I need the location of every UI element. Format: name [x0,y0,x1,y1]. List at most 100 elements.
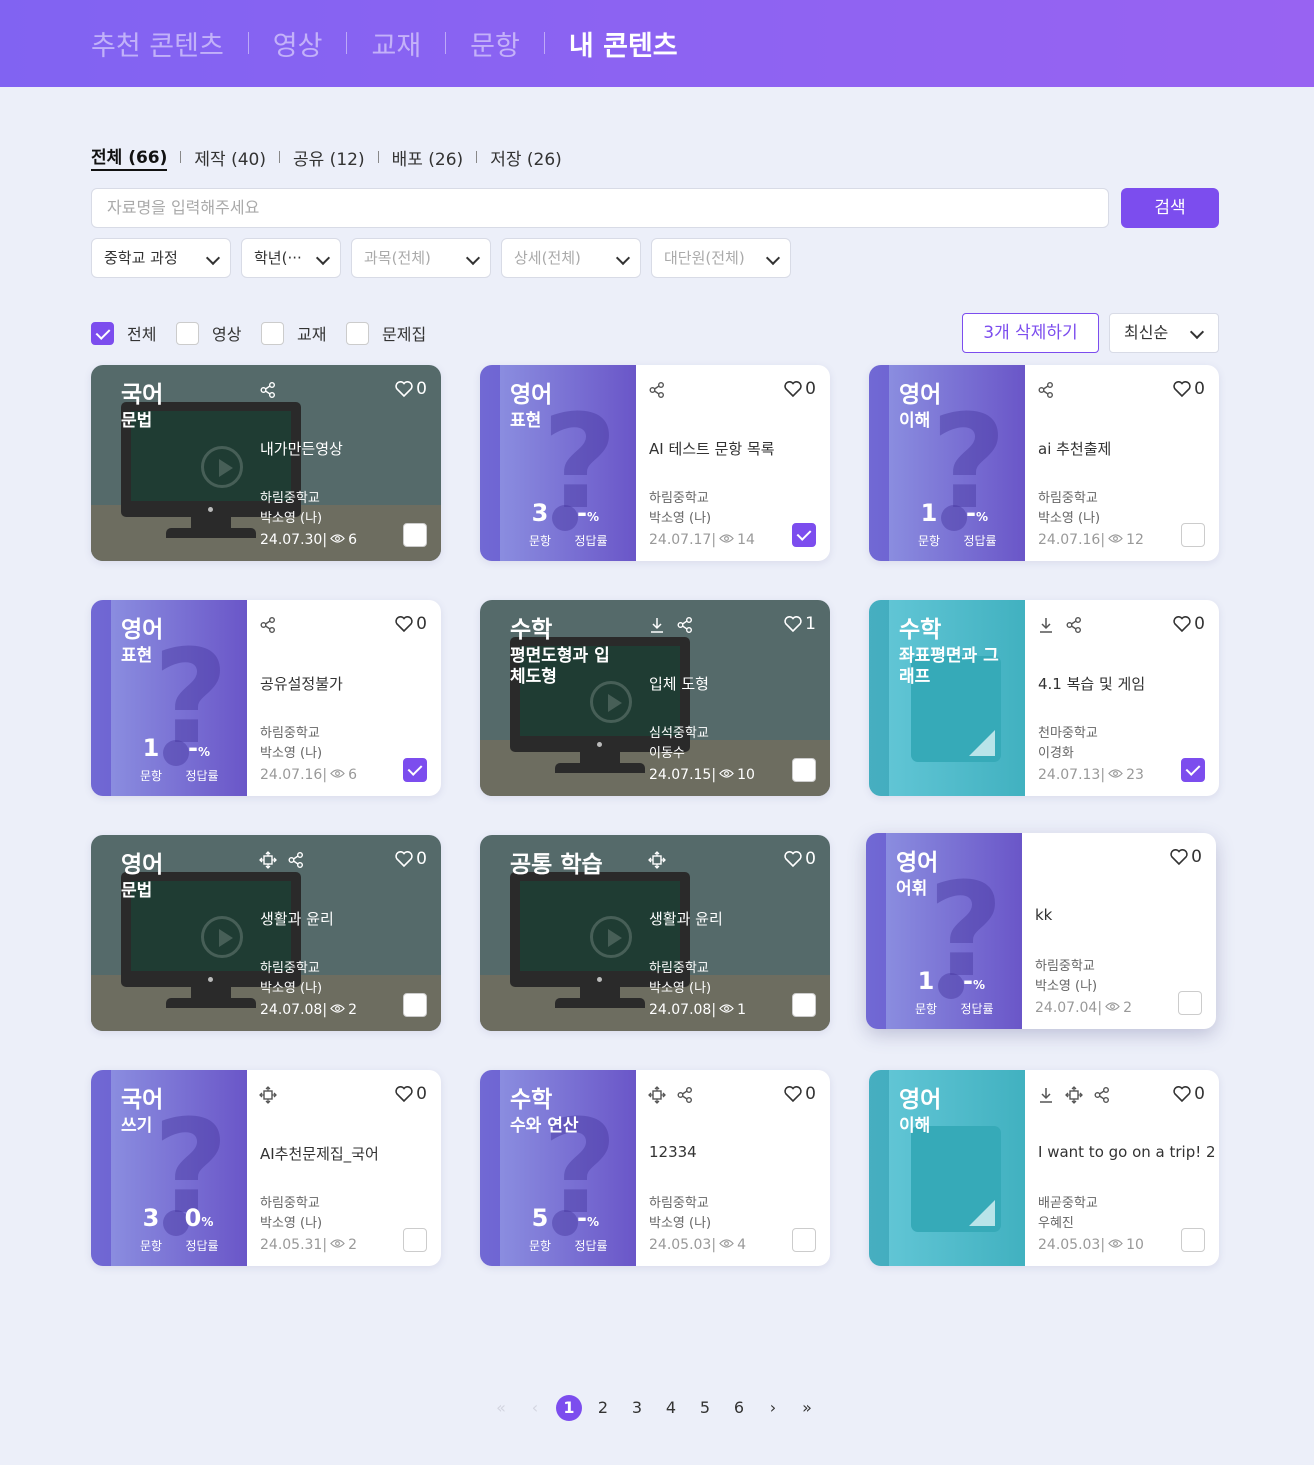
tab[interactable]: 공유 (12) [293,145,365,170]
share-icon[interactable] [1065,616,1083,634]
filter-select[interactable]: 과목(전체) [351,238,491,278]
like-button[interactable]: 0 [783,849,816,869]
like-button[interactable]: 1 [783,614,816,634]
nav-item[interactable]: 영상 [273,24,323,63]
nav-item[interactable]: 문항 [470,24,520,63]
like-button[interactable]: 0 [394,379,427,399]
checkbox[interactable] [91,321,114,345]
tab[interactable]: 저장 (26) [490,145,562,170]
type-filter[interactable]: 영상 [176,321,241,345]
like-button[interactable]: 0 [783,1084,816,1104]
eye-icon [716,767,737,783]
card-checkbox[interactable] [1178,991,1202,1015]
download-icon[interactable] [648,616,666,634]
card-checkbox[interactable] [1181,523,1205,547]
card-checkbox[interactable] [403,523,427,547]
share-icon[interactable] [259,616,277,634]
content-card[interactable]: 영어 문법 0 생활과 윤리 하림중학교 박소영 (나) 24.07.08 | 2 [91,835,441,1031]
like-button[interactable]: 0 [1172,379,1205,399]
card-checkbox[interactable] [403,993,427,1017]
question-cover: ? 1 -% 문항 정답률 [869,365,1025,561]
nav-item[interactable]: 추천 콘텐츠 [91,24,224,63]
page-number[interactable]: 4 [658,1395,684,1421]
delete-selected-button[interactable]: 3개 삭제하기 [962,313,1099,353]
card-checkbox[interactable] [1181,758,1205,782]
nav-item[interactable]: 내 콘텐츠 [569,24,678,63]
share-icon[interactable] [676,616,694,634]
move-icon[interactable] [648,851,666,869]
content-card[interactable]: 수학 평면도형과 입체도형 1 입체 도형 심석중학교 이동수 24.07.15 | 10 [480,600,830,796]
like-button[interactable]: 0 [1169,847,1202,867]
first-page-button[interactable]: « [488,1395,514,1421]
share-icon[interactable] [1037,381,1055,399]
like-button[interactable]: 0 [394,614,427,634]
page-number[interactable]: 2 [590,1395,616,1421]
type-filter[interactable]: 전체 [91,321,156,345]
filter-select[interactable]: 대단원(전체) [651,238,791,278]
checkbox[interactable] [176,321,199,345]
cover-spine [480,1070,500,1266]
next-page-button[interactable]: › [760,1395,786,1421]
type-filter[interactable]: 교재 [261,321,326,345]
sort-select[interactable]: 최신순 [1109,313,1219,353]
content-card[interactable]: ? 1 -% 문항 정답률 영어 어휘 0 kk 하림중학교 박소영 (나) 24.07.04 | 2 [866,833,1216,1029]
tab[interactable]: 배포 (26) [392,145,464,170]
share-icon[interactable] [676,1086,694,1104]
type-filter[interactable]: 문제집 [346,321,426,345]
content-card[interactable]: ? 1 -% 문항 정답률 영어 이해 0 ai 추천출제 하림중학교 박소영 (나) 24.07.1… [869,365,1219,561]
page-number[interactable]: 3 [624,1395,650,1421]
move-icon[interactable] [648,1086,666,1104]
card-checkbox[interactable] [1181,1228,1205,1252]
content-card[interactable]: 수학 좌표평면과 그래프 0 4.1 복습 및 게임 천마중학교 이경화 24.07.13 … [869,600,1219,796]
content-card[interactable]: ? 5 -% 문항 정답률 수학 수와 연산 0 12334 하림중학교 박소영 (나) 24.05.… [480,1070,830,1266]
card-checkbox[interactable] [792,993,816,1017]
move-icon[interactable] [259,851,277,869]
share-icon[interactable] [1093,1086,1111,1104]
filter-select[interactable]: 학년(··· [241,238,341,278]
content-card[interactable]: 영어 이해 0 I want to go on a trip! 2 배곧중학교 우혜진 24… [869,1070,1219,1266]
checkbox[interactable] [346,321,369,345]
tab[interactable]: 전체 (66) [91,143,168,171]
content-card[interactable]: ? 3 0% 문항 정답률 국어 쓰기 0 AI추천문제집_국어 하림중학교 박소영 (나) 24.0… [91,1070,441,1266]
view-count: 12 [1126,532,1144,548]
checkbox[interactable] [261,321,284,345]
like-button[interactable]: 0 [394,849,427,869]
eye-icon [716,532,737,548]
share-icon[interactable] [648,381,666,399]
content-card[interactable]: 공통 학습 0 생활과 윤리 하림중학교 박소영 (나) 24.07.08 | 1 [480,835,830,1031]
content-card[interactable]: ? 1 -% 문항 정답률 영어 표현 0 공유설정불가 하림중학교 박소영 (나) 24.07.16… [91,600,441,796]
card-author: 이경화 [1038,746,1074,761]
search-input[interactable]: 자료명을 입력해주세요 [91,188,1109,228]
page-number[interactable]: 6 [726,1395,752,1421]
filter-select[interactable]: 상세(전체) [501,238,641,278]
move-icon[interactable] [1065,1086,1083,1104]
like-count: 0 [1194,1084,1205,1104]
like-button[interactable]: 0 [1172,614,1205,634]
content-card[interactable]: ? 3 -% 문항 정답률 영어 표현 0 AI 테스트 문항 목록 하림중학교 박소영 (나) 24… [480,365,830,561]
nav-item[interactable]: 교재 [371,24,421,63]
card-author: 박소영 (나) [260,746,323,761]
card-checkbox[interactable] [792,1228,816,1252]
search-button[interactable]: 검색 [1121,188,1219,228]
last-page-button[interactable]: » [794,1395,820,1421]
card-checkbox[interactable] [403,1228,427,1252]
prev-page-button[interactable]: ‹ [522,1395,548,1421]
tab[interactable]: 제작 (40) [194,145,266,170]
card-checkbox[interactable] [792,523,816,547]
page-number[interactable]: 1 [556,1395,582,1421]
share-icon[interactable] [259,381,277,399]
card-title: AI 테스트 문항 목록 [649,440,775,458]
share-icon[interactable] [287,851,305,869]
card-checkbox[interactable] [792,758,816,782]
download-icon[interactable] [1037,616,1055,634]
filter-select[interactable]: 중학교 과정 [91,238,231,278]
card-checkbox[interactable] [403,758,427,782]
page-number[interactable]: 5 [692,1395,718,1421]
like-button[interactable]: 0 [783,379,816,399]
like-button[interactable]: 0 [394,1084,427,1104]
download-icon[interactable] [1037,1086,1055,1104]
content-card[interactable]: 국어 문법 0 내가만든영상 하림중학교 박소영 (나) 24.07.30 | 6 [91,365,441,561]
like-button[interactable]: 0 [1172,1084,1205,1104]
card-action-icons [259,616,277,634]
move-icon[interactable] [259,1086,277,1104]
